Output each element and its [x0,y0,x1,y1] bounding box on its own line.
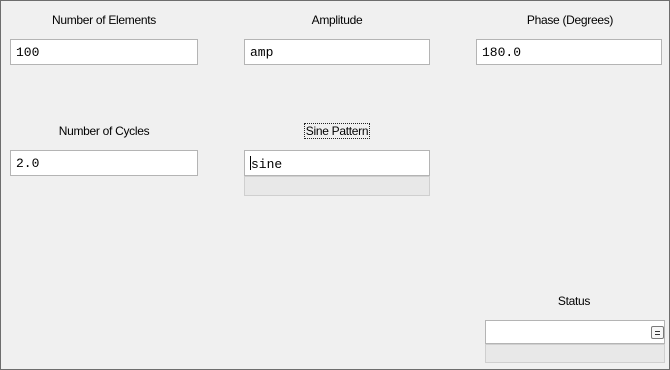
num-elements-label: Number of Elements [52,13,156,27]
status-dropdown-strip[interactable] [485,344,665,363]
status-label: Status [557,294,591,308]
sine-pattern-label: Sine Pattern [303,123,371,139]
phase-input[interactable]: 180.0 [476,39,662,65]
sine-pattern-input[interactable]: sine [244,150,430,176]
status-field[interactable] [485,320,665,344]
sine-pattern-dropdown-strip[interactable] [244,176,430,196]
num-cycles-input[interactable]: 2.0 [10,150,198,176]
amplitude-input[interactable]: amp [244,39,430,65]
phase-label: Phase (Degrees) [526,13,614,27]
sine-generator-panel: Number of Elements 100 Amplitude amp Pha… [0,0,670,370]
sine-pattern-label-wrap: Sine Pattern [244,123,430,139]
num-elements-input[interactable]: 100 [10,39,198,65]
num-cycles-label: Number of Cycles [58,124,150,138]
amplitude-label: Amplitude [311,13,363,27]
sine-pattern-value: sine [251,157,283,172]
menu-icon[interactable] [651,326,664,339]
